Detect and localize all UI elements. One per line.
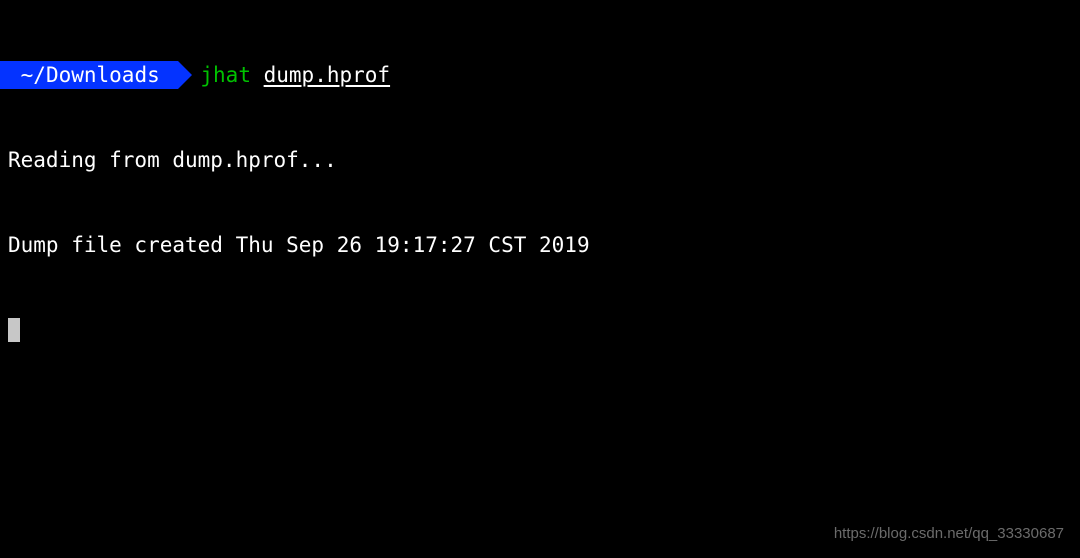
watermark: https://blog.csdn.net/qq_33330687 bbox=[834, 524, 1064, 544]
output-line-1: Reading from dump.hprof... bbox=[0, 146, 1080, 174]
command-name: jhat bbox=[200, 61, 251, 89]
space bbox=[251, 61, 264, 89]
command-argument: dump.hprof bbox=[264, 61, 390, 89]
prompt-path: ~/Downloads bbox=[0, 61, 178, 89]
prompt-line: ~/Downloads jhat dump.hprof bbox=[0, 61, 1080, 89]
cursor-line bbox=[0, 316, 1080, 344]
prompt-arrow-icon bbox=[178, 61, 192, 89]
output-line-2: Dump file created Thu Sep 26 19:17:27 CS… bbox=[0, 231, 1080, 259]
cursor-icon bbox=[8, 318, 20, 342]
terminal[interactable]: ~/Downloads jhat dump.hprof Reading from… bbox=[0, 4, 1080, 372]
